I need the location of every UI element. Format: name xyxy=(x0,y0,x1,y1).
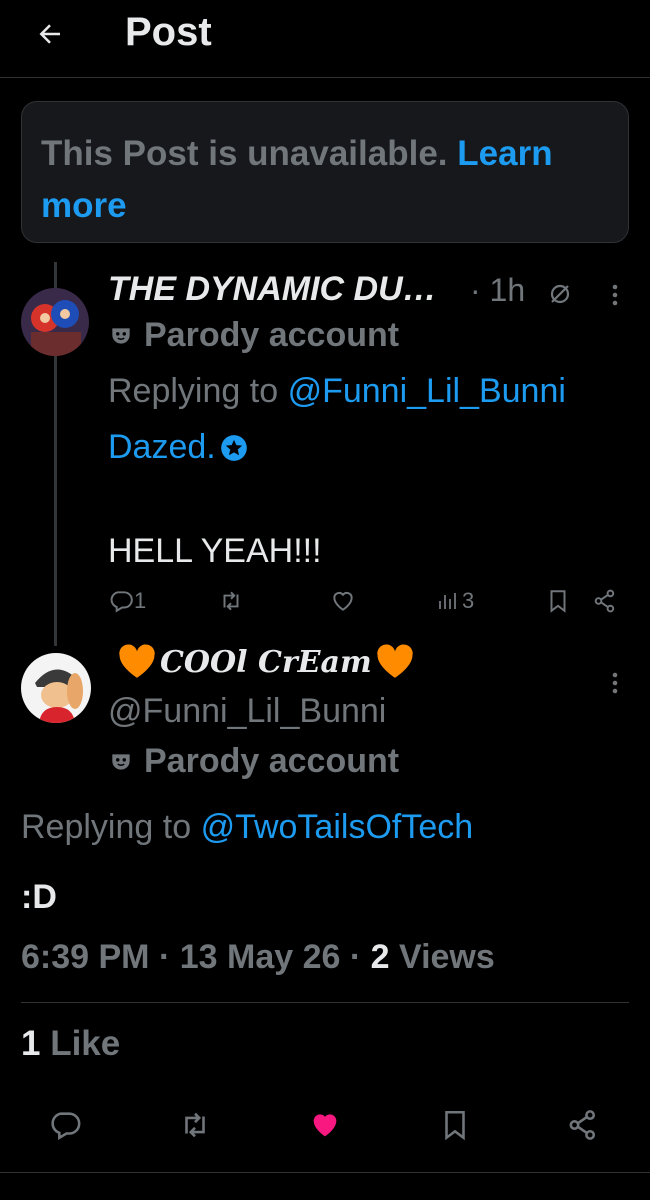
orange-heart-icon xyxy=(377,644,413,678)
like-count: 1 xyxy=(21,1024,41,1063)
share-icon xyxy=(594,589,615,613)
post-actions: 1 3 xyxy=(108,588,618,620)
post-date[interactable]: 13 May 26 xyxy=(180,938,341,976)
comment-icon xyxy=(110,591,133,613)
divider xyxy=(0,1172,650,1173)
unavailable-notice: This Post is unavailable. Learn more xyxy=(21,101,629,243)
repost-icon xyxy=(223,591,239,611)
post-body-line1[interactable]: Dazed. xyxy=(108,428,248,467)
view-count: 2 xyxy=(370,938,390,976)
bookmark-button[interactable] xyxy=(430,1100,480,1150)
avatar-image xyxy=(21,653,91,723)
more-button[interactable] xyxy=(600,280,630,310)
circle-slash-icon xyxy=(548,282,572,306)
parody-label: Parody account xyxy=(108,316,399,355)
likes-summary[interactable]: 1 Like xyxy=(21,1024,120,1064)
main-post-actions xyxy=(0,1100,650,1150)
replying-prefix: Replying to xyxy=(108,372,279,410)
post-body: :D xyxy=(21,878,57,916)
comment-icon xyxy=(51,1112,81,1141)
replying-handle[interactable]: @Funni_Lil_Bunni xyxy=(288,372,566,410)
top-bar: Post xyxy=(0,0,650,78)
bookmark-icon xyxy=(445,1110,465,1141)
bookmark-icon xyxy=(550,590,566,613)
mask-icon xyxy=(112,753,130,770)
display-name-text: COOl CrEam xyxy=(160,644,372,680)
views-button[interactable]: 3 xyxy=(436,588,474,614)
post-time: · 1h xyxy=(470,272,526,308)
replying-prefix: Replying to xyxy=(21,808,192,846)
page-title: Post xyxy=(125,10,212,54)
mask-icon xyxy=(112,327,130,344)
repost-button[interactable] xyxy=(170,1100,220,1150)
share-icon xyxy=(569,1110,596,1140)
display-name[interactable]: COOl CrEam xyxy=(118,644,414,680)
like-button[interactable] xyxy=(300,1100,350,1150)
bar-chart-icon xyxy=(439,593,456,609)
likes-label: Like xyxy=(50,1024,121,1063)
orange-heart-icon xyxy=(119,644,155,678)
replying-to: Replying to @TwoTailsOfTech xyxy=(21,808,473,847)
display-name[interactable]: THE DYNAMIC DU… xyxy=(108,270,437,309)
separator: · xyxy=(158,938,180,976)
replying-handle[interactable]: @TwoTailsOfTech xyxy=(201,808,474,846)
view-count: 3 xyxy=(462,588,475,613)
share-button[interactable] xyxy=(592,588,618,614)
more-vertical-icon xyxy=(612,672,618,694)
notice-text: This Post is unavailable. xyxy=(41,134,448,173)
back-button[interactable] xyxy=(26,12,74,56)
heart-icon xyxy=(313,1114,337,1137)
dazed-link[interactable]: Dazed. xyxy=(108,428,216,467)
repost-button[interactable] xyxy=(218,588,244,614)
reply-button[interactable]: 1 xyxy=(108,588,146,614)
views-label: Views xyxy=(399,938,495,976)
post-time[interactable]: 6:39 PM xyxy=(21,938,150,976)
post-body-line2: HELL YEAH!!! xyxy=(108,532,322,570)
heart-icon xyxy=(333,591,353,611)
like-button[interactable] xyxy=(330,588,356,614)
reply-button[interactable] xyxy=(40,1100,90,1150)
reply-count: 1 xyxy=(134,588,147,613)
avatar-image xyxy=(21,288,89,356)
user-handle[interactable]: @Funni_Lil_Bunni xyxy=(108,692,386,731)
repost-icon xyxy=(185,1112,205,1138)
more-button[interactable] xyxy=(600,668,630,698)
post-timestamp: 6:39 PM · 13 May 26 · 2 Views xyxy=(21,938,495,977)
divider xyxy=(21,1002,629,1003)
replying-to: Replying to @Funni_Lil_Bunni xyxy=(108,372,566,411)
parody-text: Parody account xyxy=(144,742,400,780)
avatar[interactable] xyxy=(21,653,91,723)
avatar[interactable] xyxy=(21,288,89,356)
share-button[interactable] xyxy=(558,1100,608,1150)
arrow-left-icon xyxy=(39,24,60,44)
bookmark-button[interactable] xyxy=(545,588,571,614)
more-vertical-icon xyxy=(612,284,618,306)
parody-label: Parody account xyxy=(108,742,399,781)
star-badge-icon xyxy=(220,434,247,461)
separator: · xyxy=(349,938,371,976)
parody-text: Parody account xyxy=(144,316,400,354)
